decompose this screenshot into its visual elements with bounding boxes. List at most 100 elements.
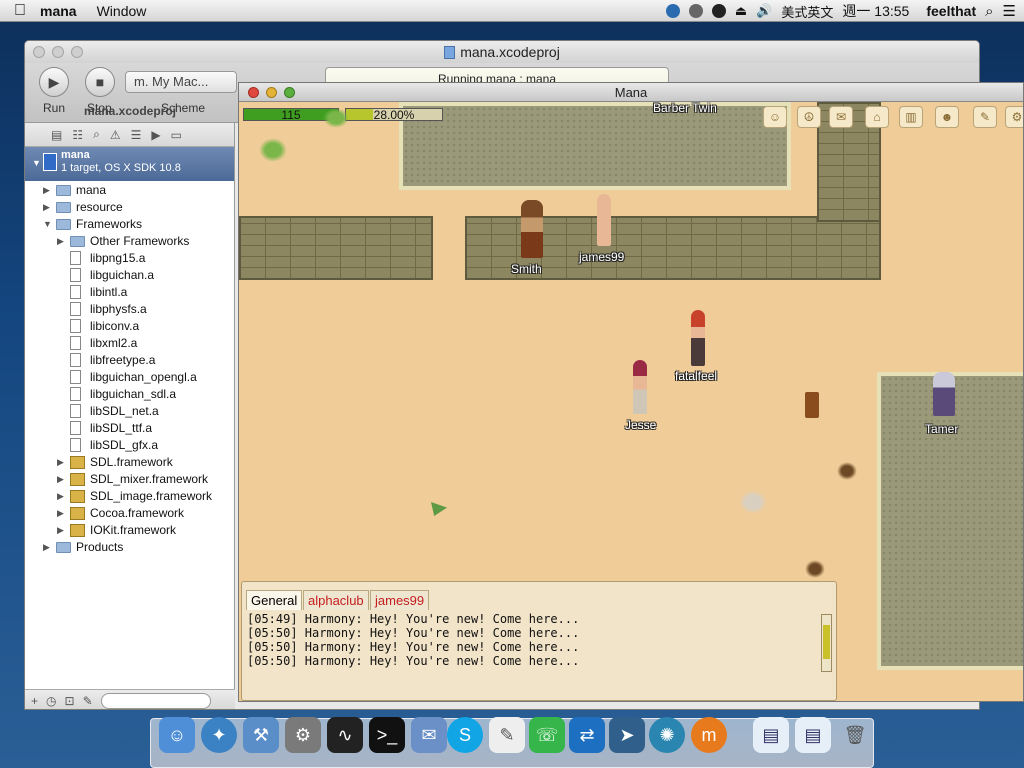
chat-scroll-thumb[interactable] (823, 625, 830, 659)
disclosure-right-icon[interactable]: ▶ (57, 454, 64, 471)
mana-close-button[interactable] (248, 87, 259, 98)
minimize-button[interactable] (52, 46, 64, 58)
network-icon[interactable]: ✺ (649, 717, 685, 753)
smiley-icon[interactable]: ☺ (763, 106, 787, 128)
tree-item[interactable]: ▶ IOKit.framework (25, 522, 234, 539)
mail-icon[interactable]: ✉ (829, 106, 853, 128)
safari-icon[interactable]: ✦ (201, 717, 237, 753)
system-preferences-icon[interactable]: ⚙ (285, 717, 321, 753)
textedit-icon[interactable]: ✎ (489, 717, 525, 753)
issue-nav-icon[interactable]: ⚠ (110, 128, 121, 142)
user-menu[interactable]: feelthat (926, 3, 976, 19)
stop-button[interactable]: ■ (85, 67, 115, 97)
project-tab[interactable]: mana.xcodeproj (25, 101, 235, 121)
launchpad-icon[interactable]: ➤ (609, 717, 645, 753)
house-icon[interactable]: ⌂ (865, 106, 889, 128)
recent-icon[interactable]: ◷ (46, 694, 56, 708)
teamviewer-tray-icon[interactable] (665, 4, 680, 18)
tree-item[interactable]: libxml2.a (25, 335, 234, 352)
tree-item[interactable]: ▶ Products (25, 539, 234, 556)
social-icon[interactable]: ☻ (935, 106, 959, 128)
mana-zoom-button[interactable] (284, 87, 295, 98)
tree-item[interactable]: ▶ resource (25, 199, 234, 216)
mail-icon[interactable]: ✉ (411, 717, 447, 753)
tree-item[interactable]: libpng15.a (25, 250, 234, 267)
app-menu[interactable]: mana (40, 3, 77, 19)
skills-icon[interactable]: ✎ (973, 106, 997, 128)
window-icon[interactable]: ▤ (753, 717, 789, 753)
add-icon[interactable]: + (31, 694, 38, 708)
test-nav-icon[interactable]: ☰ (131, 128, 142, 142)
player-fatalfeel-sprite[interactable] (691, 310, 705, 366)
line-icon[interactable]: ☏ (529, 717, 565, 753)
tree-item[interactable]: ▶ SDL.framework (25, 454, 234, 471)
disclosure-right-icon[interactable]: ▶ (57, 522, 64, 539)
disclosure-right-icon[interactable]: ▶ (57, 233, 64, 250)
folder-nav-icon[interactable]: ▤ (51, 128, 62, 142)
disclosure-right-icon[interactable]: ▶ (57, 471, 64, 488)
player-james-sprite[interactable] (597, 194, 611, 246)
mana-app-icon[interactable]: m (691, 717, 727, 753)
activity-monitor-icon[interactable]: ∿ (327, 717, 363, 753)
notification-center-icon[interactable]: ☰ (1003, 2, 1016, 20)
tree-item[interactable]: libguichan_sdl.a (25, 386, 234, 403)
scheme-selector[interactable]: m. My Mac... (125, 71, 237, 93)
xcode-icon[interactable]: ⚒ (243, 717, 279, 753)
menu-window[interactable]: Window (97, 3, 147, 19)
disclosure-right-icon[interactable]: ▶ (57, 488, 64, 505)
teamviewer-icon[interactable]: ⇄ (569, 717, 605, 753)
tree-item[interactable]: ▶ SDL_mixer.framework (25, 471, 234, 488)
log-nav-icon[interactable]: ▭ (171, 128, 182, 142)
line-tray-icon[interactable] (688, 4, 703, 18)
npc-tamer-sprite[interactable] (933, 372, 955, 416)
window-icon-2[interactable]: ▤ (795, 717, 831, 753)
disclosure-down-icon[interactable]: ▼ (43, 216, 52, 233)
chat-tab-alphaclub[interactable]: alphaclub (303, 590, 369, 610)
book-icon[interactable]: ▥ (899, 106, 923, 128)
disclosure-right-icon[interactable]: ▶ (43, 199, 50, 216)
terminal-icon[interactable]: >_ (369, 717, 405, 753)
filter-input[interactable] (100, 692, 211, 709)
disclosure-right-icon[interactable]: ▶ (43, 539, 50, 556)
clock[interactable]: 週一 13:55 (842, 1, 909, 21)
wooden-sign-icon[interactable] (805, 392, 819, 418)
chat-tab-general[interactable]: General (246, 590, 303, 610)
tree-item[interactable]: ▼ Frameworks (25, 216, 234, 233)
tree-item[interactable]: libfreetype.a (25, 352, 234, 369)
tree-item[interactable]: libintl.a (25, 284, 234, 301)
tree-item[interactable]: libguichan_opengl.a (25, 369, 234, 386)
chat-tab-james99[interactable]: james99 (370, 590, 430, 610)
mana-minimize-button[interactable] (266, 87, 277, 98)
npc-smith-sprite[interactable] (521, 200, 543, 258)
disclosure-down-icon[interactable]: ▼ (32, 157, 41, 170)
chat-scrollbar[interactable] (821, 614, 832, 672)
eject-icon[interactable]: ⏏ (735, 3, 747, 19)
breakpoint-nav-icon[interactable]: ▶ (151, 128, 160, 142)
settings-icon[interactable]: ⚙ (1005, 106, 1023, 128)
skype-icon[interactable]: S (447, 717, 483, 753)
run-button[interactable]: ▶ (39, 67, 69, 97)
apple-menu-icon[interactable]:  (0, 2, 40, 20)
volume-icon[interactable]: 🔊 (756, 3, 772, 19)
check-tray-icon[interactable] (711, 4, 726, 18)
tree-item[interactable]: libSDL_net.a (25, 403, 234, 420)
tree-item[interactable]: ▶ Cocoa.framework (25, 505, 234, 522)
tree-item[interactable]: libguichan.a (25, 267, 234, 284)
project-root-row[interactable]: ▼ mana 1 target, OS X SDK 10.8 (25, 147, 234, 181)
tree-item[interactable]: ▶ mana (25, 182, 234, 199)
status-icon[interactable]: ☮ (797, 106, 821, 128)
spotlight-icon[interactable]: ⌕ (985, 3, 993, 20)
game-scene[interactable]: 115 28.00% Barber Twin ☺ ☮ ✉ ⌂ ▥ ☻ ✎ ⚙ S… (239, 101, 1023, 701)
trash-icon[interactable]: 🗑 (837, 717, 873, 753)
tree-item[interactable]: libphysfs.a (25, 301, 234, 318)
input-source-menu[interactable]: 美式英文 (781, 2, 833, 21)
tree-item[interactable]: ▶ Other Frameworks (25, 233, 234, 250)
scm-icon[interactable]: ⊡ (65, 694, 75, 708)
search-nav-icon[interactable]: ⌕ (93, 127, 100, 142)
tree-item[interactable]: ▶ SDL_image.framework (25, 488, 234, 505)
disclosure-right-icon[interactable]: ▶ (43, 182, 50, 199)
symbol-nav-icon[interactable]: ☷ (72, 128, 83, 142)
close-button[interactable] (33, 46, 45, 58)
tree-item[interactable]: libSDL_ttf.a (25, 420, 234, 437)
finder-icon[interactable]: ☺ (159, 717, 195, 753)
